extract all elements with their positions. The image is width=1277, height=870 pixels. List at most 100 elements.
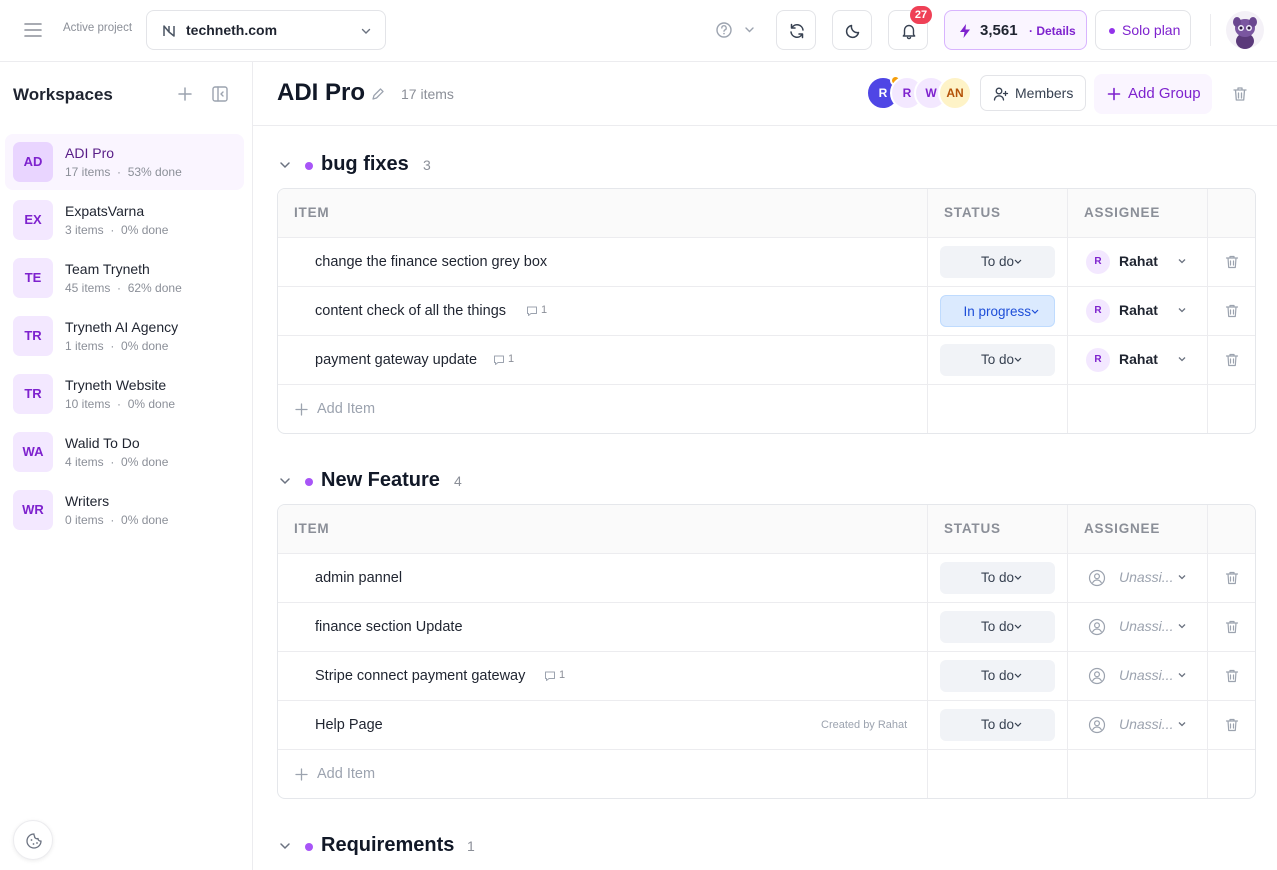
workspace-item[interactable]: TR Tryneth Website 10 items · 0% done <box>5 366 244 422</box>
add-item-label: Add Item <box>317 401 376 417</box>
workspace-name: Team Tryneth <box>65 261 150 277</box>
workspace-item[interactable]: WA Walid To Do 4 items · 0% done <box>5 424 244 480</box>
assignee-name: Unassi... <box>1119 618 1174 634</box>
members-button[interactable]: Members <box>980 75 1086 111</box>
chevron-down-icon <box>1031 309 1039 314</box>
item-name[interactable]: payment gateway update <box>315 352 477 368</box>
workspace-meta: 0 items · 0% done <box>65 513 168 527</box>
help-menu[interactable] <box>713 19 761 41</box>
table-row: Help Page Created by Rahat To do Unassi.… <box>278 700 1255 749</box>
unassigned-user-icon <box>1088 716 1106 734</box>
workspace-meta: 4 items · 0% done <box>65 455 168 469</box>
edit-title-icon[interactable] <box>370 86 386 102</box>
column-divider <box>1207 505 1208 798</box>
status-dropdown[interactable]: In progress <box>940 295 1055 327</box>
workspace-badge: WA <box>13 432 53 472</box>
refresh-button[interactable] <box>776 10 816 50</box>
status-dropdown[interactable]: To do <box>940 709 1055 741</box>
workspace-item[interactable]: TE Team Tryneth 45 items · 62% done <box>5 250 244 306</box>
item-name[interactable]: Stripe connect payment gateway <box>315 668 525 684</box>
meta-separator: · <box>117 281 122 295</box>
delete-item-icon[interactable] <box>1224 254 1240 270</box>
status-dropdown[interactable]: To do <box>940 660 1055 692</box>
menu-icon[interactable] <box>22 19 44 41</box>
group-header: New Feature 4 <box>277 461 1256 501</box>
status-dropdown[interactable]: To do <box>940 611 1055 643</box>
group-title[interactable]: Requirements <box>321 834 454 857</box>
item-name[interactable]: change the finance section grey box <box>315 254 547 270</box>
table-row: admin pannel To do Unassi... <box>278 553 1255 602</box>
status-label: To do <box>980 717 1014 732</box>
dark-mode-button[interactable] <box>832 10 872 50</box>
credits-details-link[interactable]: · Details <box>1029 24 1076 38</box>
user-avatar-image <box>1226 11 1264 49</box>
item-name[interactable]: admin pannel <box>315 570 402 586</box>
user-avatar[interactable] <box>1226 11 1264 49</box>
delete-workspace-icon[interactable] <box>1231 85 1249 103</box>
credits-button[interactable]: 3,561 · Details <box>944 10 1087 50</box>
cookie-settings-button[interactable] <box>13 820 53 860</box>
comment-count-value: 1 <box>559 669 566 681</box>
workspace-item[interactable]: TR Tryneth AI Agency 1 items · 0% done <box>5 308 244 364</box>
workspace-item[interactable]: EX ExpatsVarna 3 items · 0% done <box>5 192 244 248</box>
add-group-button[interactable]: Add Group <box>1094 74 1212 114</box>
chevron-down-icon[interactable] <box>278 474 292 488</box>
item-name[interactable]: finance section Update <box>315 619 463 635</box>
workspace-badge: EX <box>13 200 53 240</box>
group-title[interactable]: bug fixes <box>321 153 409 176</box>
workspace-item[interactable]: WR Writers 0 items · 0% done <box>5 482 244 538</box>
assignee-dropdown[interactable]: Unassi... <box>1086 713 1192 737</box>
delete-item-icon[interactable] <box>1224 303 1240 319</box>
project-select[interactable]: techneth.com <box>146 10 386 50</box>
group-color-dot <box>305 162 313 170</box>
assignee-dropdown[interactable]: Unassi... <box>1086 566 1192 590</box>
chevron-down-icon <box>1178 575 1186 580</box>
assignee-dropdown[interactable]: R Rahat <box>1086 348 1192 372</box>
assignee-dropdown[interactable]: R Rahat <box>1086 250 1192 274</box>
column-header-assignee: ASSIGNEE <box>1084 521 1161 536</box>
assignee-dropdown[interactable]: R Rahat <box>1086 299 1192 323</box>
workspace-badge: TE <box>13 258 53 298</box>
group-table: ITEM STATUS ASSIGNEE admin pannel To do … <box>277 504 1256 799</box>
meta-separator: · <box>117 165 122 179</box>
table-row: Stripe connect payment gateway 1 To do U… <box>278 651 1255 700</box>
member-avatar[interactable]: AN <box>938 76 972 110</box>
credits-count: 3,561 <box>980 22 1018 39</box>
status-dropdown[interactable]: To do <box>940 344 1055 376</box>
workspace-done: 62% done <box>127 281 182 295</box>
chevron-down-icon <box>1014 259 1022 264</box>
column-divider <box>1067 505 1068 798</box>
sidebar-title: Workspaces <box>13 85 113 104</box>
plan-button[interactable]: Solo plan <box>1095 10 1191 50</box>
status-dropdown[interactable]: To do <box>940 246 1055 278</box>
workspace-item[interactable]: AD ADI Pro 17 items · 53% done <box>5 134 244 190</box>
member-avatars[interactable]: R R W AN <box>866 75 976 110</box>
table-header-row: ITEM STATUS ASSIGNEE <box>278 505 1255 553</box>
assignee-dropdown[interactable]: Unassi... <box>1086 664 1192 688</box>
delete-item-icon[interactable] <box>1224 352 1240 368</box>
delete-item-icon[interactable] <box>1224 717 1240 733</box>
group-title[interactable]: New Feature <box>321 469 440 492</box>
workspace-name: Walid To Do <box>65 435 140 451</box>
delete-item-icon[interactable] <box>1224 570 1240 586</box>
status-dropdown[interactable]: To do <box>940 562 1055 594</box>
delete-item-icon[interactable] <box>1224 668 1240 684</box>
collapse-sidebar-icon[interactable] <box>211 85 229 103</box>
column-header-status: STATUS <box>944 521 1001 536</box>
workspace-badge: TR <box>13 374 53 414</box>
delete-item-icon[interactable] <box>1224 619 1240 635</box>
add-workspace-icon[interactable] <box>176 85 194 103</box>
chevron-down-icon[interactable] <box>278 158 292 172</box>
table-row: payment gateway update 1 To do R Rahat <box>278 335 1255 384</box>
chevron-down-icon <box>1014 575 1022 580</box>
user-plus-icon <box>993 87 1009 101</box>
assignee-dropdown[interactable]: Unassi... <box>1086 615 1192 639</box>
item-name[interactable]: Help Page <box>315 717 383 733</box>
active-project-label: Active project <box>63 22 133 34</box>
chevron-down-icon <box>1014 722 1022 727</box>
group-color-dot <box>305 843 313 851</box>
item-name[interactable]: content check of all the things <box>315 303 506 319</box>
project-name: techneth.com <box>186 22 278 38</box>
column-header-item: ITEM <box>294 205 330 220</box>
chevron-down-icon[interactable] <box>278 839 292 853</box>
